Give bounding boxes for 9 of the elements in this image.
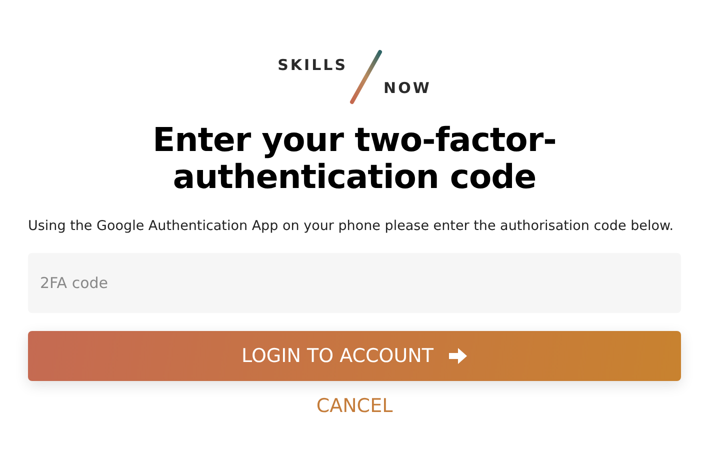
arrow-right-icon xyxy=(449,348,468,364)
login-button[interactable]: LOGIN TO ACCOUNT xyxy=(28,331,681,382)
cancel-button[interactable]: CANCEL xyxy=(310,391,399,422)
code-field[interactable]: 2FA code xyxy=(28,253,681,314)
logo-text: NOW xyxy=(384,81,432,96)
page-heading: Enter your two-factor-authentication code xyxy=(152,122,558,196)
logo-slash-icon xyxy=(348,49,384,105)
logo-text: SKILLS xyxy=(278,58,348,73)
instructions-text: Using the Google Authentication App on your phone please enter the authorisation code below. xyxy=(28,218,675,236)
